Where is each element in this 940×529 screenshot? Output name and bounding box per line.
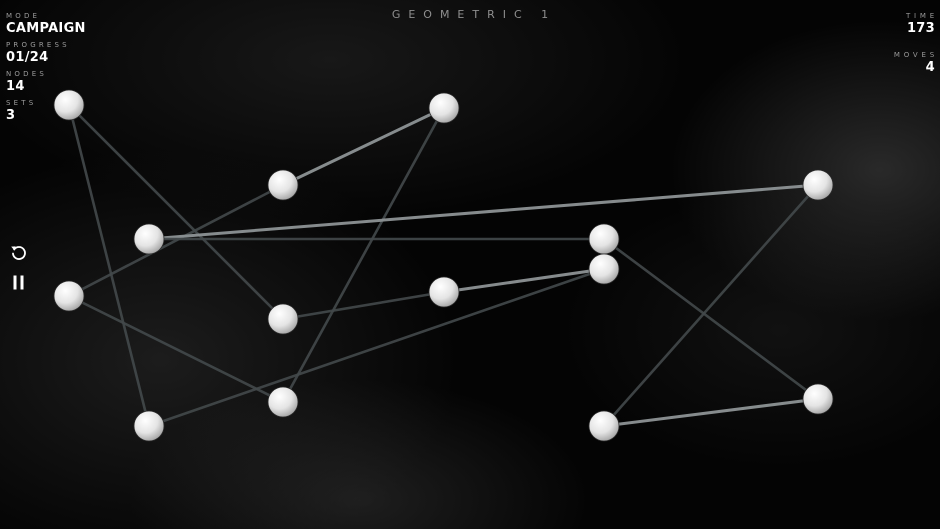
- nodes-stat: NODES 14: [6, 70, 86, 95]
- graph-node-n2[interactable]: [428, 92, 460, 124]
- edge-n1-n10: [67, 103, 285, 321]
- nodes-label: NODES: [6, 70, 48, 78]
- edge-n13-n14: [602, 397, 820, 428]
- edge-layer: [67, 103, 820, 428]
- pause-icon: [13, 275, 24, 290]
- level-title: GEOMETRIC 1: [391, 8, 557, 21]
- sets-label: SETS: [6, 99, 37, 107]
- time-label: TIME: [905, 12, 938, 20]
- edge-n6-n14: [602, 237, 820, 401]
- time-stat: TIME 173: [894, 12, 935, 37]
- restart-button[interactable]: [9, 243, 29, 263]
- progress-value: 01/24: [6, 50, 49, 65]
- edge-n2-n11: [281, 106, 446, 404]
- graph-node-n12[interactable]: [133, 410, 165, 442]
- stats-panel-right: TIME 173 MOVES 4: [894, 12, 935, 90]
- restart-icon: [11, 246, 26, 260]
- edge-n1-n12: [67, 103, 151, 428]
- edge-n4-n13: [602, 183, 820, 428]
- progress-stat: PROGRESS 01/24: [6, 41, 86, 66]
- edge-n9-n7: [442, 267, 606, 294]
- moves-value: 4: [925, 60, 935, 75]
- mode-value: CAMPAIGN: [6, 21, 86, 36]
- stats-panel-left: MODE CAMPAIGN PROGRESS 01/24 NODES 14 SE…: [6, 12, 86, 128]
- time-value: 173: [906, 21, 935, 36]
- moves-label: MOVES: [893, 51, 938, 59]
- graph-node-n6[interactable]: [588, 223, 620, 255]
- edge-n3-n8: [67, 183, 285, 298]
- edge-n12-n7: [147, 267, 606, 428]
- graph-node-n8[interactable]: [53, 280, 85, 312]
- puzzle-board[interactable]: [0, 0, 940, 529]
- sets-value: 3: [6, 108, 16, 123]
- edge-n5-n4: [147, 183, 820, 241]
- graph-node-n5[interactable]: [133, 223, 165, 255]
- pause-button[interactable]: [9, 273, 29, 293]
- progress-label: PROGRESS: [6, 41, 70, 49]
- game-stage: MODE CAMPAIGN PROGRESS 01/24 NODES 14 SE…: [0, 0, 940, 529]
- graph-node-n11[interactable]: [267, 386, 299, 418]
- graph-node-n7[interactable]: [588, 253, 620, 285]
- node-layer[interactable]: [53, 89, 834, 442]
- graph-node-n3[interactable]: [267, 169, 299, 201]
- edge-n8-n11: [67, 294, 285, 404]
- graph-node-n14[interactable]: [802, 383, 834, 415]
- edge-n2-n3: [281, 106, 446, 187]
- graph-node-n4[interactable]: [802, 169, 834, 201]
- moves-stat: MOVES 4: [894, 51, 935, 76]
- nodes-value: 14: [6, 79, 25, 94]
- edge-n10-n9: [281, 290, 446, 321]
- graph-node-n13[interactable]: [588, 410, 620, 442]
- graph-node-n10[interactable]: [267, 303, 299, 335]
- graph-node-n9[interactable]: [428, 276, 460, 308]
- sets-stat: SETS 3: [6, 99, 86, 124]
